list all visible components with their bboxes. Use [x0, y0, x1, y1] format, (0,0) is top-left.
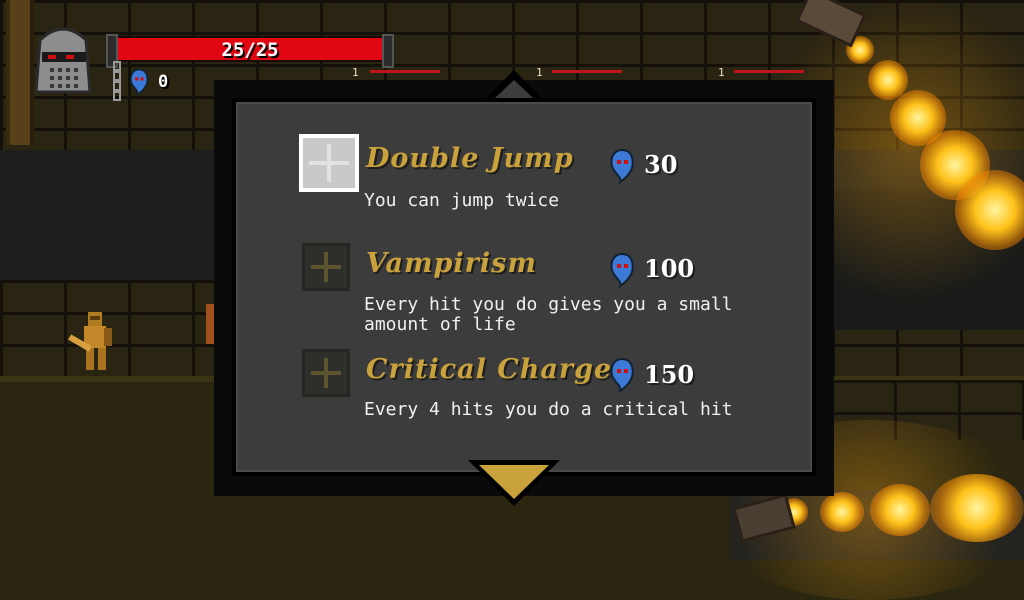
item-description: You can jump twice — [364, 190, 560, 211]
soul-icon — [610, 357, 634, 393]
item-cost: 100 — [644, 254, 695, 283]
plus-icon[interactable] — [299, 134, 359, 192]
health-text: 25/25 — [221, 39, 279, 61]
item-cost: 150 — [644, 360, 695, 389]
item-description: Every 4 hits you do a critical hit — [364, 399, 733, 420]
soul-icon — [610, 252, 634, 288]
plus-icon[interactable] — [302, 349, 350, 397]
enemy-marker-label: 1 — [352, 66, 359, 79]
soul-count: 0 — [158, 72, 169, 92]
enemy-marker-label: 1 — [718, 66, 725, 79]
item-description: Every hit you do gives you a small amoun… — [364, 294, 733, 335]
wooden-pillar — [6, 0, 34, 145]
item-title: Critical Charge — [366, 354, 613, 385]
soul-icon — [610, 148, 634, 184]
enemy-health-line — [552, 70, 622, 73]
player-knight — [68, 312, 112, 370]
health-bar: 25/25 — [106, 34, 394, 68]
fire-ball — [820, 492, 864, 532]
plus-icon-horizontal — [309, 161, 349, 165]
knight-helmet-icon — [34, 27, 92, 94]
plus-icon-horizontal — [311, 371, 341, 375]
item-cost: 30 — [644, 150, 678, 179]
item-title: Double Jump — [366, 143, 574, 174]
chain-icon — [113, 61, 121, 101]
enemy-health-line — [734, 70, 804, 73]
item-title: Vampirism — [366, 248, 537, 279]
plus-icon[interactable] — [302, 243, 350, 291]
plus-icon-horizontal — [311, 265, 341, 269]
triangle-down-icon[interactable] — [479, 465, 549, 499]
soul-icon — [130, 68, 149, 96]
enemy-health-line — [370, 70, 440, 73]
fire-ball — [870, 484, 930, 536]
fire-ball — [930, 474, 1024, 542]
